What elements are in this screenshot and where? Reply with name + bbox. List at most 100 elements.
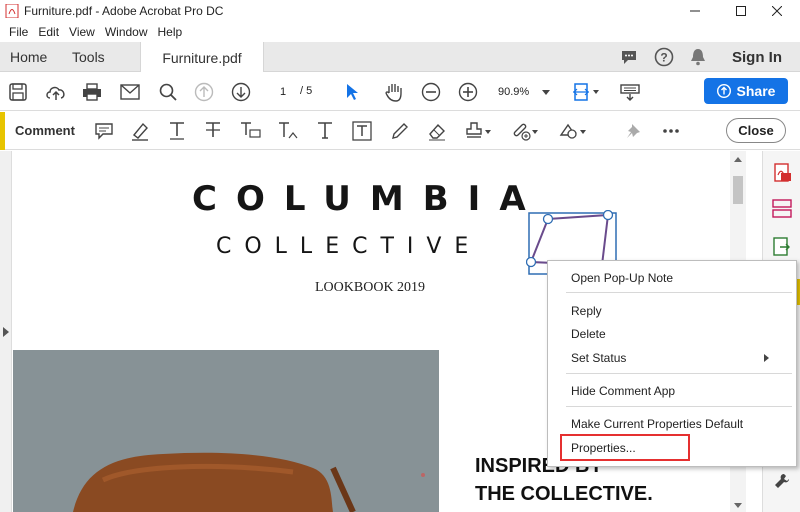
comment-toolbar: Comment (0, 112, 800, 150)
close-window-button[interactable] (754, 0, 800, 22)
scroll-down-icon[interactable] (734, 503, 742, 508)
scrollbar-thumb[interactable] (733, 176, 743, 204)
eraser-icon (429, 123, 445, 141)
sticky-note-icon (95, 123, 113, 140)
close-comment-button[interactable]: Close (726, 118, 786, 143)
tab-tools[interactable]: Tools (72, 42, 105, 72)
search-icon (159, 83, 177, 101)
shapes-button[interactable] (558, 119, 588, 143)
pencil-button[interactable] (388, 119, 412, 143)
highlighter-icon (132, 122, 148, 141)
menu-hide-comment-app[interactable]: Hide Comment App (571, 381, 675, 401)
menu-separator (566, 373, 792, 374)
comment-label: Comment (15, 123, 75, 138)
save-button[interactable] (6, 80, 30, 104)
main-toolbar: 90.9% (0, 72, 800, 111)
tab-document[interactable]: Furniture.pdf (140, 42, 264, 73)
lookbook-label: LOOKBOOK 2019 (315, 280, 426, 295)
maximize-icon (736, 6, 746, 16)
attach-button[interactable] (510, 119, 540, 143)
stamp-button[interactable] (463, 119, 493, 143)
menu-set-status[interactable]: Set Status (571, 348, 626, 368)
hand-icon (385, 84, 402, 102)
chat-icon[interactable] (620, 48, 638, 66)
submenu-arrow-icon (764, 354, 769, 362)
edit-pdf-icon[interactable] (772, 237, 792, 257)
print-icon (83, 83, 101, 101)
menu-window[interactable]: Window (100, 25, 153, 39)
menu-edit[interactable]: Edit (33, 25, 64, 39)
close-icon (772, 6, 782, 16)
hand-tool-button[interactable] (382, 80, 406, 104)
more-dots-icon (663, 129, 679, 133)
email-button[interactable] (118, 80, 142, 104)
page-fit-button[interactable] (572, 80, 602, 104)
page-number-input[interactable]: 1 (268, 81, 298, 101)
zoom-out-button[interactable] (419, 80, 443, 104)
zoom-in-icon (458, 82, 478, 102)
expand-left-panel-icon[interactable] (3, 327, 9, 337)
arrow-down-circle-icon (231, 82, 251, 102)
help-icon[interactable]: ? (654, 47, 674, 67)
zoom-out-icon (421, 82, 441, 102)
cloud-upload-icon (46, 86, 65, 100)
sticky-note-button[interactable] (92, 119, 116, 143)
stamp-icon (466, 122, 491, 138)
search-button[interactable] (156, 80, 180, 104)
scroll-up-icon[interactable] (734, 157, 742, 162)
shapes-icon (559, 123, 586, 139)
minimize-button[interactable] (672, 0, 718, 22)
menu-delete[interactable]: Delete (571, 324, 606, 344)
upload-button[interactable] (44, 80, 68, 104)
wrench-icon[interactable] (772, 471, 792, 491)
strikethrough-button[interactable] (201, 119, 225, 143)
menu-separator (566, 406, 792, 407)
minimize-icon (690, 10, 700, 12)
pin-button[interactable] (622, 119, 646, 143)
cursor-arrow-icon (347, 84, 358, 100)
tab-bar: Home Tools Furniture.pdf ? Sign In (0, 42, 800, 73)
left-panel-strip (0, 151, 12, 512)
export-pdf-icon[interactable] (772, 163, 792, 183)
next-page-button[interactable] (229, 80, 253, 104)
replace-text-button[interactable] (238, 119, 262, 143)
print-button[interactable] (80, 80, 104, 104)
chair-image (13, 350, 439, 512)
annotation-handle[interactable] (602, 210, 614, 221)
sign-in-link[interactable]: Sign In (732, 42, 782, 72)
highlight-button[interactable] (128, 119, 152, 143)
page-total: / 5 (300, 85, 313, 97)
menu-view[interactable]: View (64, 25, 100, 39)
zoom-dropdown[interactable]: 90.9% (493, 80, 555, 104)
acrobat-icon (5, 4, 19, 18)
underline-text-button[interactable] (165, 119, 189, 143)
tab-home[interactable]: Home (10, 42, 47, 72)
previous-page-button[interactable] (192, 80, 216, 104)
menu-bar: File Edit View Window Help (0, 22, 800, 42)
context-menu: Open Pop-Up Note Reply Delete Set Status… (547, 260, 797, 467)
organize-pages-icon[interactable] (772, 199, 792, 219)
menu-file[interactable]: File (4, 25, 33, 39)
menu-help[interactable]: Help (153, 25, 188, 39)
more-options-button[interactable] (659, 119, 683, 143)
insert-text-button[interactable] (276, 119, 300, 143)
select-tool-button[interactable] (340, 80, 364, 104)
window-title: Furniture.pdf - Adobe Acrobat Pro DC (24, 4, 224, 18)
keyboard-icon (620, 84, 640, 101)
eraser-button[interactable] (425, 119, 449, 143)
pin-icon (627, 124, 640, 138)
add-text-button[interactable] (313, 119, 337, 143)
annotation-handle[interactable] (526, 256, 537, 268)
text-box-button[interactable] (350, 119, 374, 143)
menu-open-popup-note[interactable]: Open Pop-Up Note (571, 268, 673, 288)
share-button[interactable]: Share (704, 78, 788, 104)
bell-icon[interactable] (690, 48, 706, 66)
chevron-down-icon (542, 89, 550, 95)
save-icon (9, 83, 27, 101)
menu-reply[interactable]: Reply (571, 301, 602, 321)
menu-make-default[interactable]: Make Current Properties Default (571, 414, 743, 434)
zoom-in-button[interactable] (456, 80, 480, 104)
zoom-value: 90.9% (498, 86, 530, 98)
keyboard-tool-button[interactable] (618, 80, 642, 104)
annotation-handle[interactable] (542, 213, 554, 225)
